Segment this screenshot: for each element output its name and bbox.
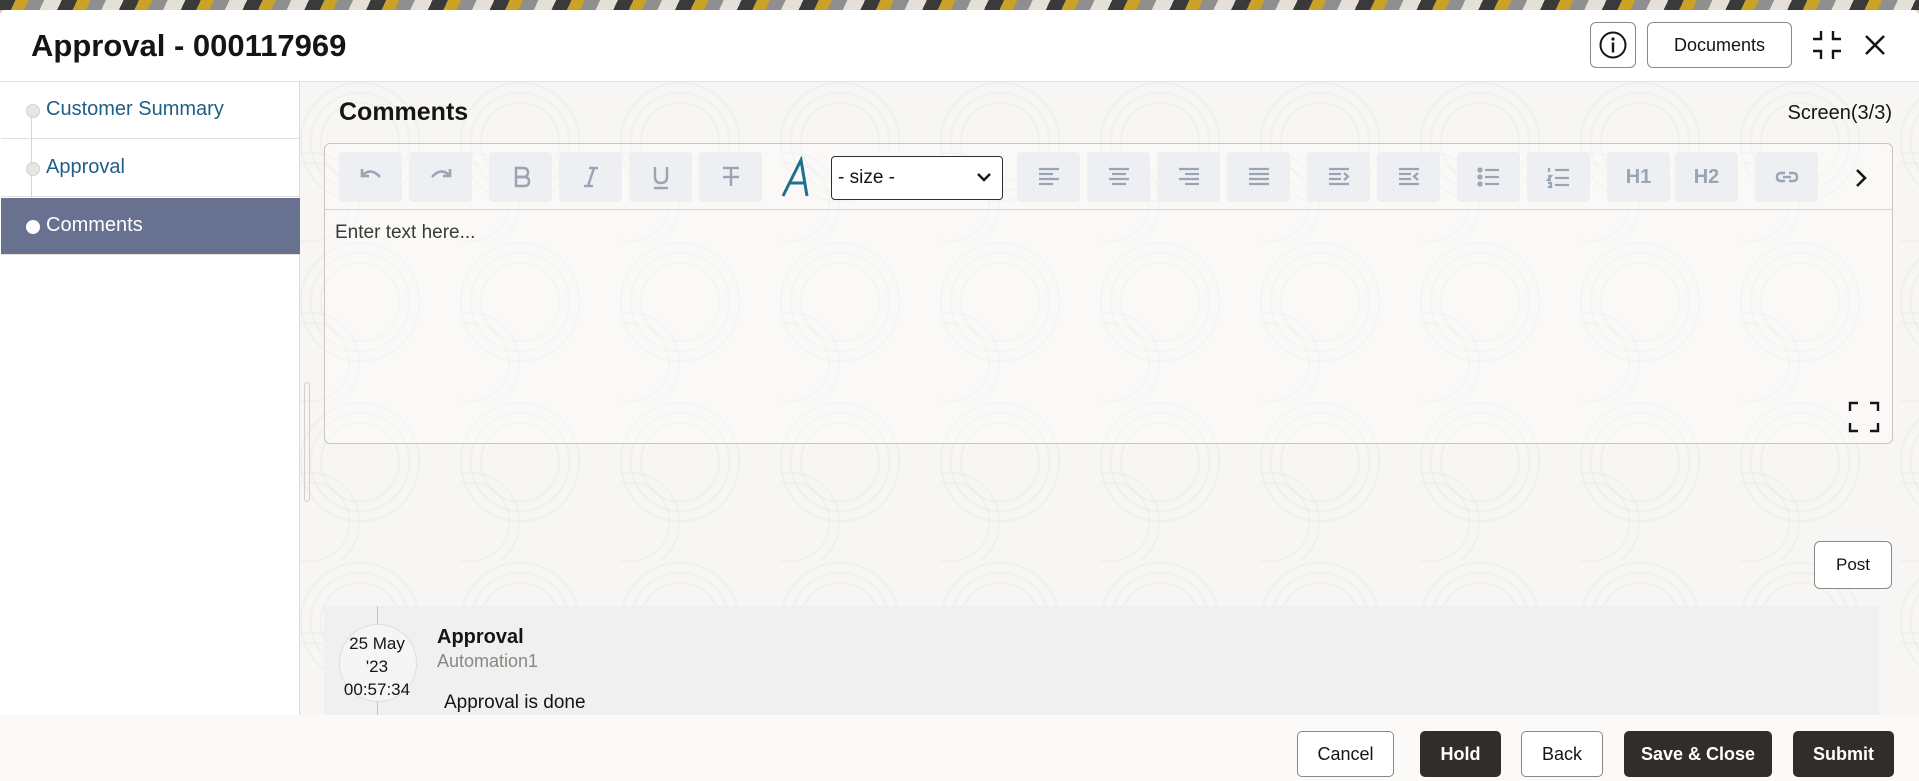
comment-list: 25 May '23 00:57:34 Approval Automation1… — [324, 606, 1879, 715]
align-right-button[interactable] — [1157, 152, 1220, 202]
align-center-button[interactable] — [1087, 152, 1150, 202]
font-size-select[interactable]: - size - — [831, 156, 1003, 200]
comment-date-time: 00:57:34 — [343, 680, 411, 699]
numbered-list-button[interactable] — [1527, 152, 1590, 202]
undo-icon — [360, 169, 381, 178]
indent-icon — [1328, 167, 1350, 186]
sidebar-item-label: Approval — [46, 156, 125, 178]
align-center-icon — [1108, 167, 1129, 186]
info-button[interactable] — [1590, 22, 1636, 68]
heading-1-button[interactable]: H1 — [1607, 152, 1670, 202]
dialog-footer: Cancel Hold Back Save & Close Submit — [0, 715, 1919, 781]
toolbar-more-button[interactable] — [1843, 160, 1879, 196]
align-right-icon — [1178, 167, 1199, 186]
expand-icon — [1848, 401, 1880, 433]
close-button[interactable] — [1858, 28, 1892, 62]
editor-toolbar: - size - H1 H2 — [325, 144, 1892, 210]
rich-text-editor: - size - H1 H2 Enter text here... — [324, 143, 1893, 444]
close-icon — [1865, 35, 1885, 55]
screen-counter: Screen(3/3) — [1787, 102, 1893, 124]
comment-date-day: 25 May — [349, 634, 405, 653]
underline-button[interactable] — [629, 152, 692, 202]
approval-dialog: Approval - 000117969 Documents Customer … — [0, 10, 1919, 781]
comment-text-area[interactable]: Enter text here... — [335, 222, 1875, 422]
comment-date: 25 May '23 00:57:34 — [332, 632, 422, 701]
comment-body: Approval is done — [444, 692, 586, 713]
font-color-button[interactable] — [774, 155, 818, 200]
underline-icon — [653, 167, 668, 190]
submit-button[interactable]: Submit — [1793, 731, 1894, 777]
back-button[interactable]: Back — [1521, 731, 1603, 777]
comment-date-year: '23 — [365, 657, 389, 676]
sidebar-item-label: Comments — [46, 214, 143, 236]
step-dot-icon — [26, 220, 40, 234]
comment-author: Automation1 — [437, 651, 539, 671]
justify-icon — [1248, 167, 1269, 186]
section-title: Comments — [339, 98, 469, 126]
italic-button[interactable] — [559, 152, 622, 202]
sidebar-nav: Customer Summary Approval Comments — [0, 82, 300, 715]
strikethrough-button[interactable] — [699, 152, 762, 202]
align-left-button[interactable] — [1017, 152, 1080, 202]
heading-2-button[interactable]: H2 — [1675, 152, 1738, 202]
sidebar-item-customer-summary[interactable]: Customer Summary — [1, 82, 300, 139]
fullscreen-button[interactable] — [1848, 401, 1880, 433]
undo-button[interactable] — [339, 152, 402, 202]
justify-button[interactable] — [1227, 152, 1290, 202]
collapse-icon — [1813, 31, 1841, 59]
hold-button[interactable]: Hold — [1420, 731, 1501, 777]
heading-1-label: H1 — [1625, 165, 1652, 188]
sidebar-item-label: Customer Summary — [46, 98, 224, 120]
documents-button[interactable]: Documents — [1647, 22, 1792, 68]
step-dot-icon — [26, 104, 40, 118]
strikethrough-icon — [722, 166, 739, 186]
comment-title: Approval — [437, 626, 524, 648]
numbered-list-icon — [1545, 168, 1569, 189]
font-color-icon — [781, 155, 809, 197]
bullet-list-icon — [1476, 167, 1499, 187]
link-icon — [1775, 171, 1798, 183]
background-banner — [0, 0, 1919, 10]
dialog-title: Approval - 000117969 — [31, 28, 347, 63]
chevron-right-icon — [1856, 169, 1867, 187]
bullet-list-button[interactable] — [1457, 152, 1520, 202]
align-left-icon — [1038, 167, 1059, 186]
font-size-value: - size - — [838, 167, 895, 188]
main-content: Comments Screen(3/3) - size - H1 H2 Ente… — [300, 82, 1919, 715]
italic-icon — [583, 166, 598, 188]
heading-2-label: H2 — [1693, 165, 1720, 188]
bold-button[interactable] — [489, 152, 552, 202]
outdent-button[interactable] — [1377, 152, 1440, 202]
info-icon — [1599, 31, 1627, 59]
minimize-button[interactable] — [1810, 28, 1844, 62]
cancel-button[interactable]: Cancel — [1297, 731, 1394, 777]
scrollbar[interactable] — [304, 382, 310, 502]
link-button[interactable] — [1755, 152, 1818, 202]
post-button[interactable]: Post — [1814, 541, 1892, 589]
step-dot-icon — [26, 162, 40, 176]
indent-button[interactable] — [1307, 152, 1370, 202]
sidebar-item-approval[interactable]: Approval — [1, 140, 300, 197]
dialog-header: Approval - 000117969 Documents — [0, 10, 1919, 82]
sidebar-item-comments[interactable]: Comments — [1, 198, 300, 255]
redo-button[interactable] — [409, 152, 472, 202]
save-close-button[interactable]: Save & Close — [1624, 731, 1772, 777]
redo-icon — [430, 169, 451, 178]
bold-icon — [514, 166, 530, 188]
outdent-icon — [1398, 167, 1419, 186]
chevron-down-icon — [977, 173, 991, 182]
